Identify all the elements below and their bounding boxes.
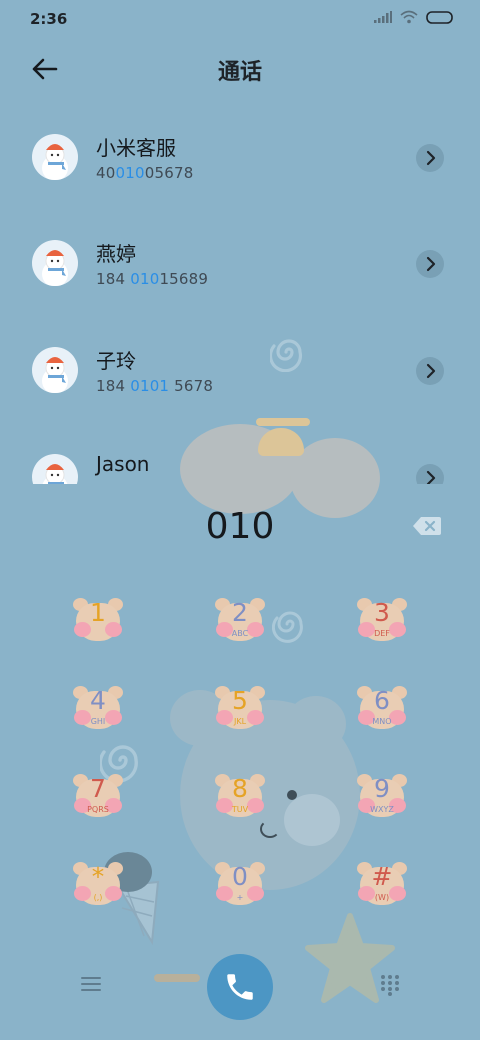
key-digit: 8 [232, 774, 248, 803]
avatar [32, 347, 78, 393]
key-digit: 3 [374, 598, 390, 627]
key-letters: TUV [231, 805, 249, 814]
avatar [32, 134, 78, 180]
number-suffix: 05678 [144, 164, 194, 182]
contact-number: 184 01015689 [96, 270, 208, 288]
key-digit: 7 [90, 774, 106, 803]
key-letters: DEF [374, 629, 390, 638]
snowman-avatar-icon [42, 464, 68, 484]
dial-key-5[interactable]: 5 JKL [215, 686, 265, 732]
bear-body-decoration [170, 690, 370, 900]
dial-key-7[interactable]: 7 PQRS [73, 774, 123, 820]
key-letters: PQRS [87, 805, 109, 814]
chevron-right-icon [426, 470, 436, 484]
key-digit: 2 [232, 598, 248, 627]
contact-row[interactable]: 小米客服 4001005678 [0, 112, 480, 212]
key-digit: * [91, 862, 105, 891]
dial-key-2[interactable]: 2 ABC [215, 598, 265, 644]
menu-icon[interactable] [80, 974, 102, 994]
chevron-right-icon [426, 256, 436, 272]
key-digit: 0 [232, 862, 248, 891]
key-digit: 5 [232, 686, 248, 715]
dial-key-6[interactable]: 6 MNO [357, 686, 407, 732]
details-button[interactable] [416, 144, 444, 172]
key-digit: 9 [374, 774, 390, 803]
key-digit: 1 [90, 598, 106, 627]
key-letters: (,) [93, 893, 103, 902]
number-suffix: 5678 [169, 377, 214, 395]
chevron-right-icon [426, 363, 436, 379]
call-button[interactable] [207, 954, 273, 1020]
dial-key-0[interactable]: 0 + [215, 862, 265, 908]
status-time: 2:36 [30, 10, 68, 28]
dial-key-8[interactable]: 8 TUV [215, 774, 265, 820]
dial-key-hash[interactable]: # (W) [357, 862, 407, 908]
details-button[interactable] [416, 464, 444, 484]
contact-name: Jason [96, 452, 150, 476]
key-letters: ABC [231, 629, 249, 638]
backspace-icon[interactable] [412, 514, 442, 538]
contact-name: 小米客服 [96, 136, 176, 160]
details-button[interactable] [416, 250, 444, 278]
dial-key-1[interactable]: 1 [73, 598, 123, 644]
details-button[interactable] [416, 357, 444, 385]
signal-icon [374, 11, 392, 23]
number-match: 0101 [130, 377, 170, 395]
dial-input[interactable]: 010 [0, 506, 480, 547]
contact-number: 4001005678 [96, 164, 193, 182]
number-suffix: 15689 [159, 270, 209, 288]
contact-row[interactable]: 子玲 184 0101 5678 [0, 325, 480, 425]
snowman-avatar-icon [42, 144, 68, 180]
dial-key-3[interactable]: 3 DEF [357, 598, 407, 644]
key-digit: # [371, 862, 393, 891]
key-digit: 6 [374, 686, 390, 715]
key-letters: GHI [90, 717, 106, 726]
key-letters: (W) [374, 893, 390, 902]
snowman-avatar-icon [42, 357, 68, 393]
key-letters: WXYZ [370, 805, 394, 814]
contact-row[interactable]: Jason [0, 432, 480, 484]
status-icons [374, 10, 454, 24]
chevron-right-icon [426, 150, 436, 166]
key-letters: + [236, 893, 244, 902]
contact-name: 子玲 [96, 349, 136, 373]
dialpad-icon[interactable] [380, 974, 400, 996]
contact-list: 小米客服 4001005678 燕婷 184 01015689 子玲 184 0… [0, 112, 480, 484]
number-prefix: 184 [96, 270, 131, 288]
swirl-decoration [272, 611, 303, 643]
number-prefix: 40 [96, 164, 116, 182]
avatar [32, 454, 78, 484]
dial-key-4[interactable]: 4 GHI [73, 686, 123, 732]
key-digit: 4 [90, 686, 106, 715]
number-match: 010 [115, 164, 145, 182]
number-match: 010 [130, 270, 160, 288]
propeller-decoration [154, 974, 200, 982]
key-letters: MNO [372, 717, 392, 726]
key-letters: JKL [233, 717, 247, 726]
dial-key-star[interactable]: * (,) [73, 862, 123, 908]
contact-number: 184 0101 5678 [96, 377, 213, 395]
wifi-icon [400, 10, 418, 24]
contact-name: 燕婷 [96, 242, 136, 266]
contact-row[interactable]: 燕婷 184 01015689 [0, 218, 480, 318]
page-title: 通话 [217, 60, 262, 85]
number-prefix: 184 [96, 377, 131, 395]
battery-icon [426, 10, 453, 24]
dial-key-9[interactable]: 9 WXYZ [357, 774, 407, 820]
avatar [32, 240, 78, 286]
phone-icon [227, 974, 253, 1000]
snowman-avatar-icon [42, 250, 68, 286]
